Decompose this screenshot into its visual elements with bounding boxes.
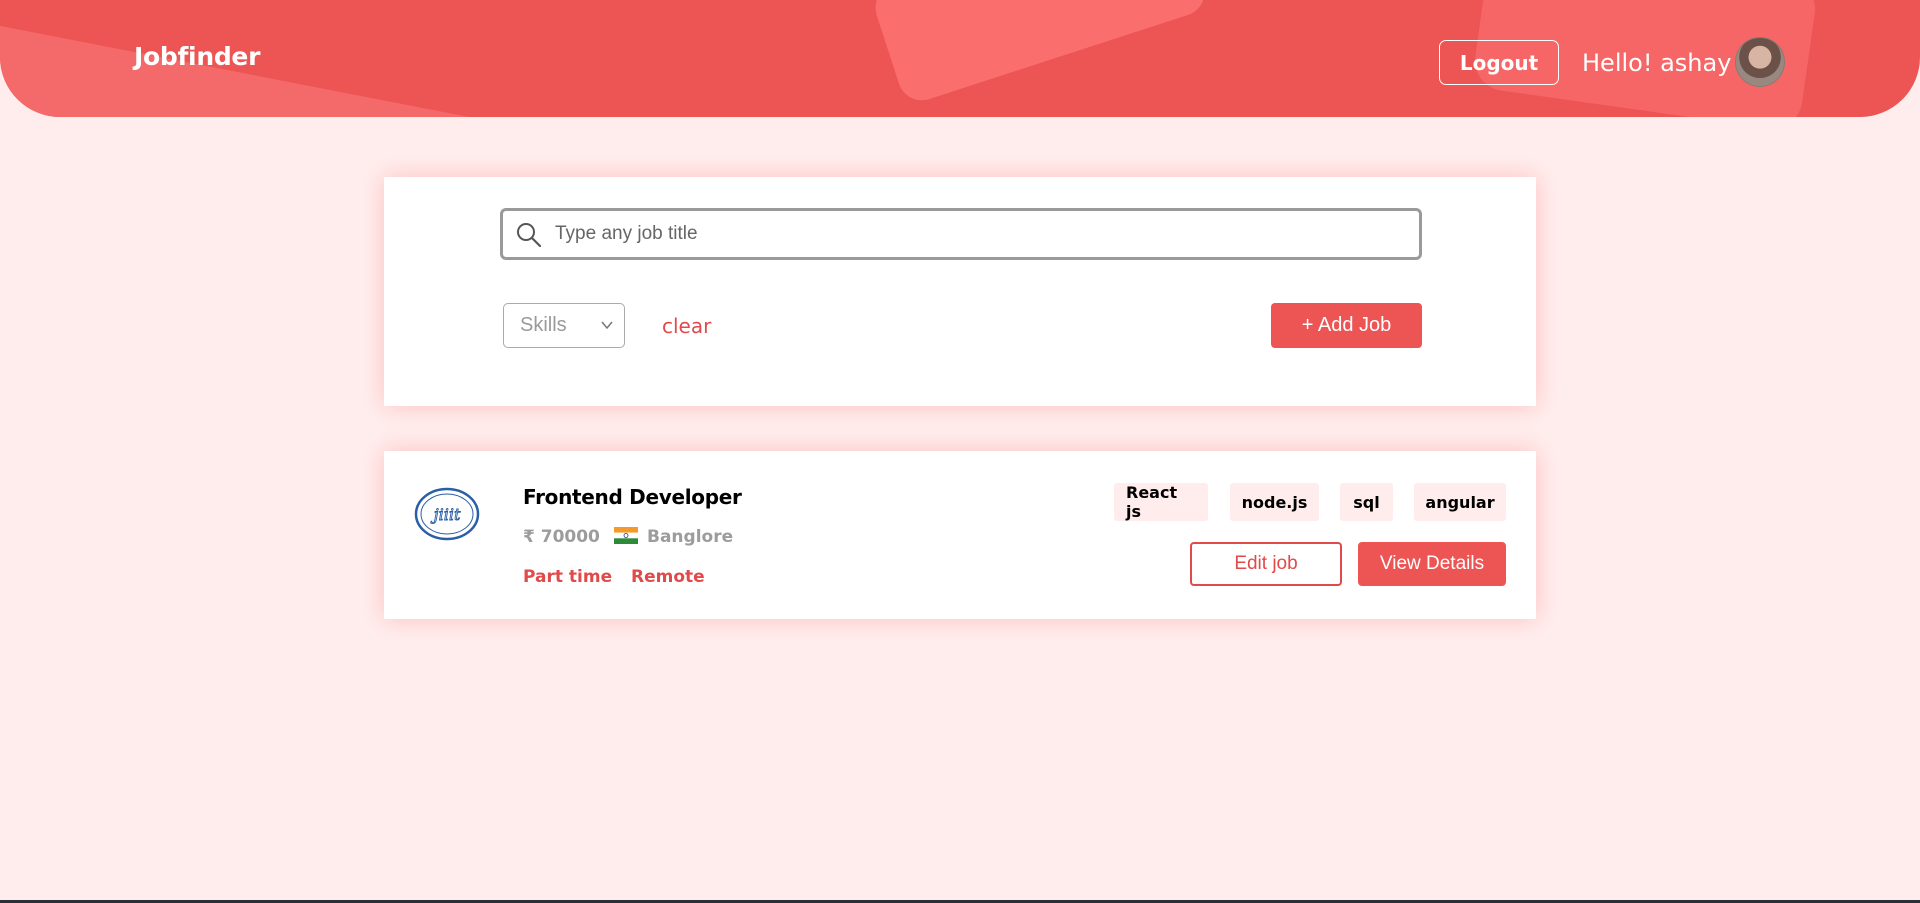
user-avatar[interactable] bbox=[1735, 37, 1785, 87]
company-logo-icon: jiiit bbox=[414, 487, 480, 541]
job-type-tag: Remote bbox=[631, 567, 705, 587]
brand-logo-text[interactable]: Jobfinder bbox=[134, 42, 260, 71]
job-salary: ₹ 70000 bbox=[523, 527, 600, 547]
skill-chip: React js bbox=[1114, 483, 1208, 521]
search-icon bbox=[517, 223, 542, 248]
search-box[interactable] bbox=[500, 208, 1422, 260]
skill-chip: angular bbox=[1414, 483, 1506, 521]
add-job-button[interactable]: + Add Job bbox=[1271, 303, 1422, 348]
skills-dropdown-value: Skills bbox=[520, 314, 567, 336]
view-details-button[interactable]: View Details bbox=[1358, 542, 1506, 586]
job-type-tag: Part time bbox=[523, 567, 613, 587]
search-panel: Skills clear + Add Job bbox=[384, 177, 1536, 406]
user-greeting: Hello! ashay bbox=[1582, 49, 1732, 77]
skill-chip: sql bbox=[1340, 483, 1393, 521]
skill-chip: node.js bbox=[1230, 483, 1319, 521]
job-title-search-input[interactable] bbox=[553, 215, 1403, 253]
skills-dropdown[interactable]: Skills bbox=[503, 303, 625, 348]
svg-text:jiiit: jiiit bbox=[431, 505, 461, 524]
india-flag-icon bbox=[614, 527, 638, 544]
header-decoration bbox=[869, 0, 1211, 107]
job-location: Banglore bbox=[647, 527, 734, 547]
job-title[interactable]: Frontend Developer bbox=[523, 485, 742, 509]
header-decoration bbox=[0, 20, 530, 117]
edit-job-button[interactable]: Edit job bbox=[1190, 542, 1342, 586]
job-card: jiiit Frontend Developer ₹ 70000 Banglor… bbox=[384, 451, 1536, 619]
logout-button[interactable]: Logout bbox=[1439, 40, 1559, 85]
clear-filters-link[interactable]: clear bbox=[662, 314, 711, 338]
chevron-down-icon bbox=[601, 321, 613, 330]
top-header: Jobfinder Logout Hello! ashay bbox=[0, 0, 1920, 117]
